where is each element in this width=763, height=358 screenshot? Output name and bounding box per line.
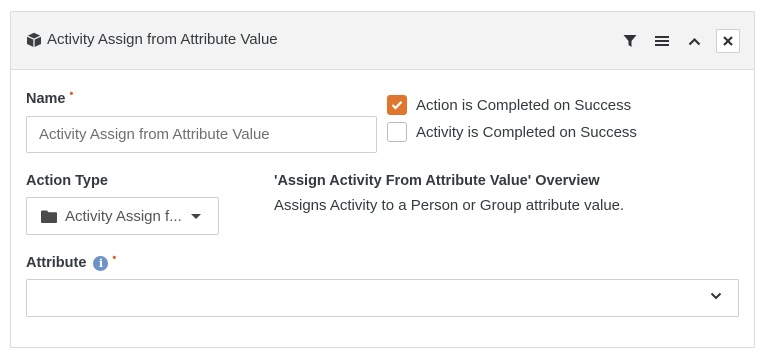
checkbox-checked[interactable] xyxy=(387,95,407,115)
chevron-up-icon xyxy=(688,37,700,45)
required-marker: • xyxy=(112,252,117,264)
attribute-label: Attribute i • xyxy=(26,252,117,271)
menu-button[interactable] xyxy=(650,29,674,53)
panel-title: Activity Assign from Attribute Value xyxy=(26,31,278,48)
close-button[interactable] xyxy=(716,29,740,53)
activity-completed-checkbox[interactable]: Activity is Completed on Success xyxy=(387,122,637,142)
action-completed-label: Action is Completed on Success xyxy=(416,96,632,114)
close-icon xyxy=(723,36,733,46)
chevron-down-icon xyxy=(710,292,722,300)
panel-header: Activity Assign from Attribute Value xyxy=(11,12,754,70)
action-type-picker[interactable]: Activity Assign f... xyxy=(26,197,219,235)
attribute-select[interactable] xyxy=(26,279,739,317)
required-marker: • xyxy=(69,88,74,100)
folder-icon xyxy=(41,210,57,223)
activity-completed-label: Activity is Completed on Success xyxy=(416,123,637,141)
checkbox-unchecked[interactable] xyxy=(387,122,407,142)
overview-title: 'Assign Activity From Attribute Value' O… xyxy=(274,173,600,189)
check-icon xyxy=(391,101,403,110)
name-input-value: Activity Assign from Attribute Value xyxy=(39,126,270,143)
action-completed-checkbox[interactable]: Action is Completed on Success xyxy=(387,95,631,115)
caret-down-icon xyxy=(190,213,201,219)
action-type-label-text: Action Type xyxy=(26,173,108,189)
info-icon[interactable]: i xyxy=(93,255,109,271)
menu-icon xyxy=(655,36,669,46)
collapse-button[interactable] xyxy=(682,29,706,53)
name-label: Name • xyxy=(26,88,74,107)
filter-icon xyxy=(623,35,637,47)
panel-title-text: Activity Assign from Attribute Value xyxy=(47,31,278,48)
attribute-label-text: Attribute xyxy=(26,255,87,271)
filter-button[interactable] xyxy=(618,29,642,53)
header-actions xyxy=(610,29,740,53)
action-type-value: Activity Assign f... xyxy=(65,207,182,225)
overview-description: Assigns Activity to a Person or Group at… xyxy=(274,197,625,214)
action-type-label: Action Type xyxy=(26,173,108,189)
name-label-text: Name xyxy=(26,91,66,107)
name-input[interactable]: Activity Assign from Attribute Value xyxy=(26,116,377,153)
cube-icon xyxy=(26,32,42,47)
